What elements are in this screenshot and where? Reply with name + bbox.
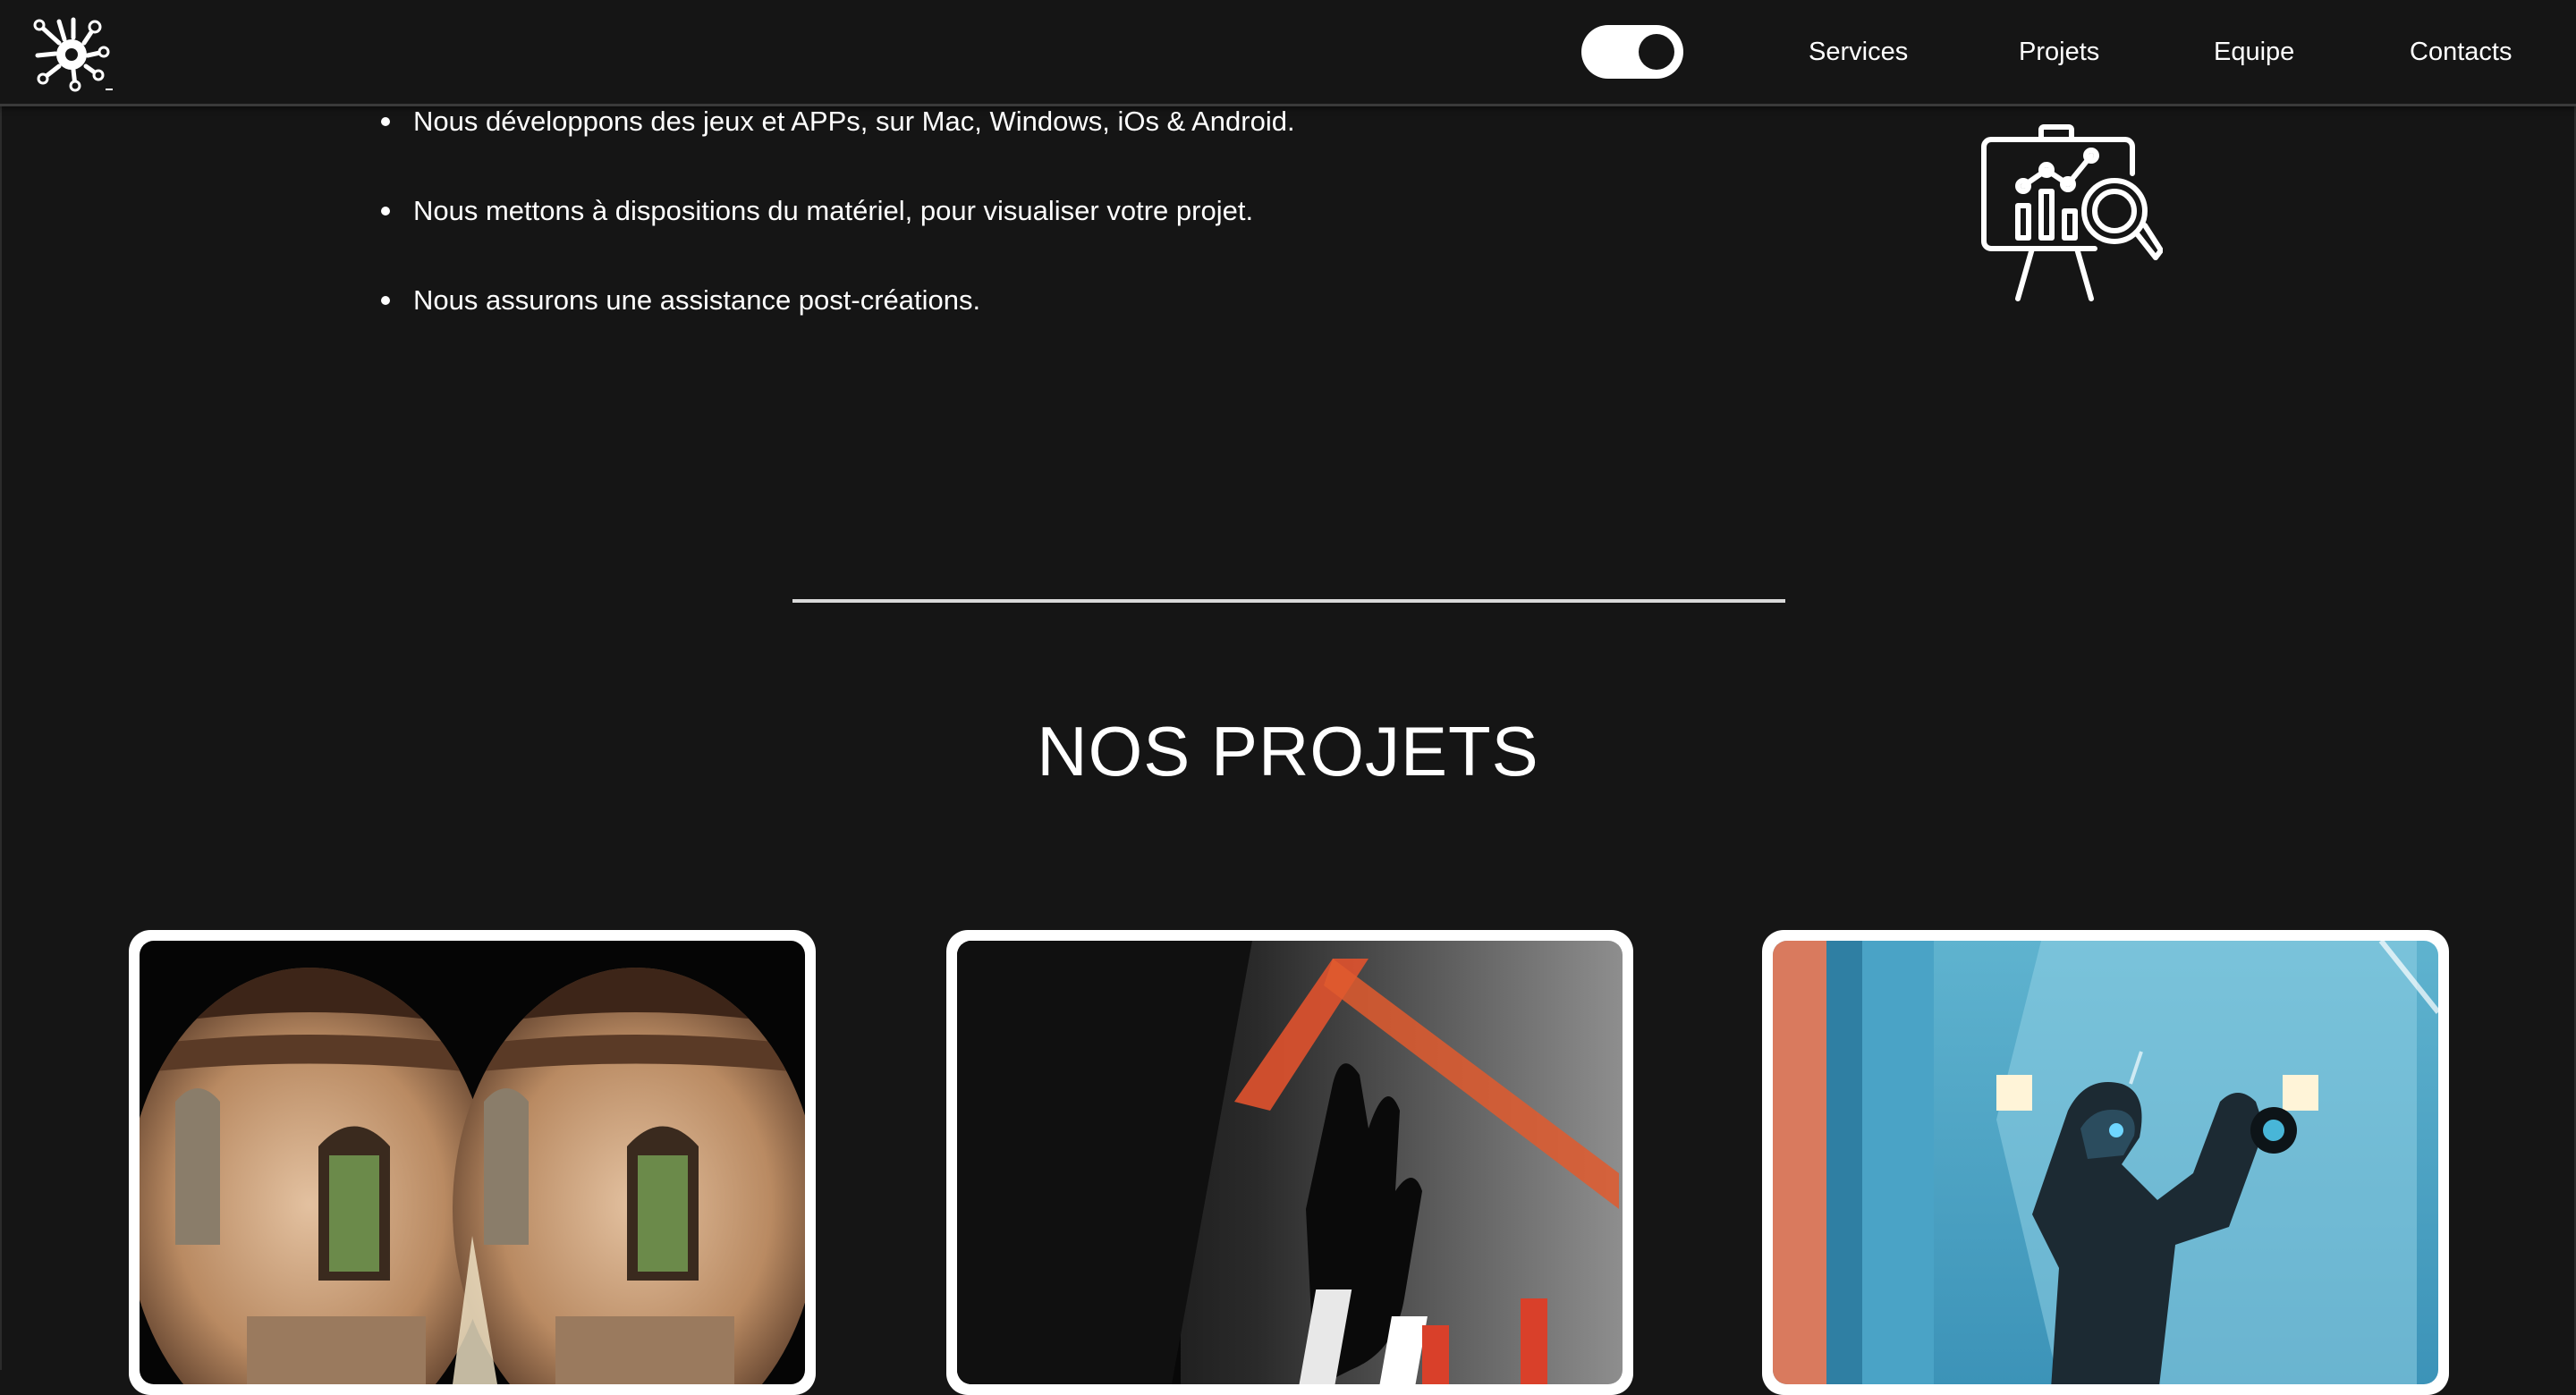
nav-link-equipe[interactable]: Equipe [2214, 34, 2294, 70]
robot-figure-image [1773, 941, 2438, 1384]
bullet-icon [381, 296, 390, 305]
nav-link-contacts[interactable]: Contacts [2410, 34, 2512, 70]
projects-title: NOS PROJETS [1037, 712, 1539, 790]
service-item-text: Nous développons des jeux et APPs, sur M… [413, 106, 1295, 137]
service-item: Nous développons des jeux et APPs, sur M… [369, 100, 1295, 143]
project-card[interactable] [1762, 930, 2449, 1395]
project-card[interactable] [129, 930, 816, 1395]
service-item-text: Nous assurons une assistance post-créati… [413, 284, 981, 316]
section-divider [792, 599, 1785, 603]
navbar: Services Projets Equipe Contacts [0, 0, 2576, 106]
theme-toggle[interactable] [1581, 25, 1683, 79]
presentation-board-icon [1979, 123, 2164, 306]
service-item: Nous assurons une assistance post-créati… [369, 279, 1295, 322]
hand-silhouette-image [957, 941, 1623, 1384]
toggle-knob [1639, 34, 1674, 70]
service-item-text: Nous mettons à dispositions du matériel,… [413, 195, 1254, 226]
nav-link-projets[interactable]: Projets [2019, 34, 2099, 70]
vr-stereo-image [140, 941, 805, 1384]
service-item: Nous mettons à dispositions du matériel,… [369, 190, 1295, 232]
project-card[interactable] [946, 930, 1633, 1395]
nav-link-services[interactable]: Services [1809, 34, 1908, 70]
bullet-icon [381, 117, 390, 126]
bullet-icon [381, 207, 390, 216]
logo-icon[interactable] [32, 16, 114, 93]
services-list: Nous développons des jeux et APPs, sur M… [369, 100, 1295, 368]
